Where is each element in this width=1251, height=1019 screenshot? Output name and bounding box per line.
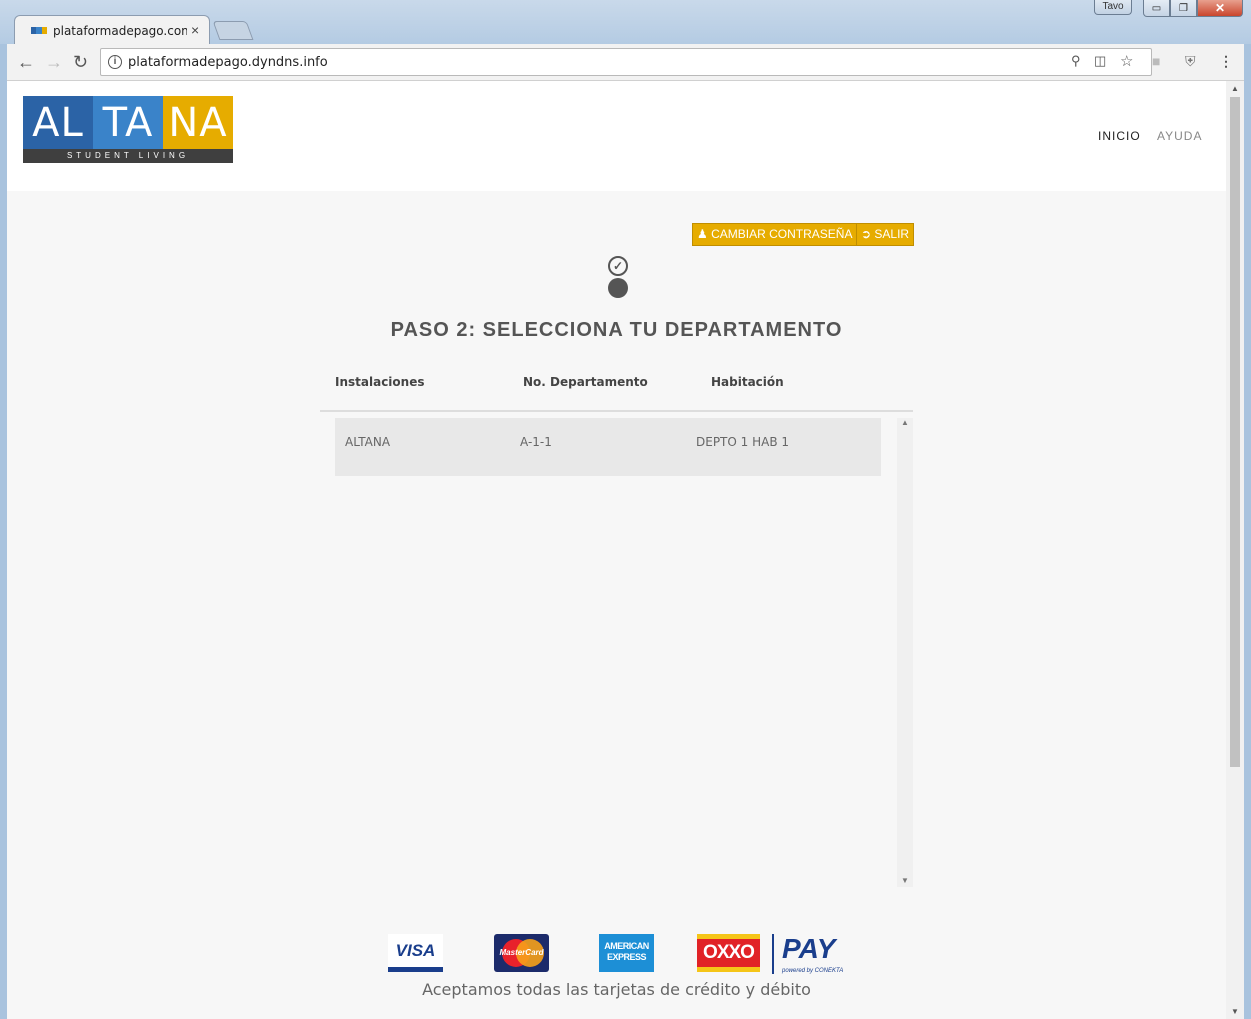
close-window-button[interactable]: ✕ <box>1197 0 1243 17</box>
user-badge[interactable]: Tavo <box>1094 0 1132 15</box>
step-2-indicator <box>608 278 628 298</box>
scroll-down-icon[interactable]: ▼ <box>1231 1007 1239 1016</box>
altana-logo[interactable]: AL TA NA STUDENT LIVING <box>23 96 233 163</box>
logo-divider <box>772 934 774 974</box>
column-header-departamento: No. Departamento <box>523 375 648 389</box>
page-viewport: AL TA NA STUDENT LIVING INICIO AYUDA ♟ C… <box>7 81 1244 1019</box>
change-password-button[interactable]: ♟ CAMBIAR CONTRASEÑA <box>692 223 858 246</box>
browser-tab[interactable]: plataformadepago.com.mx × <box>14 15 210 45</box>
url-text[interactable]: plataformadepago.dyndns.info <box>128 55 328 70</box>
logout-button[interactable]: ➲ SALIR <box>856 223 915 246</box>
scroll-up-icon[interactable]: ▲ <box>901 418 909 427</box>
new-tab-button[interactable] <box>212 21 254 40</box>
pdf-icon[interactable]: ■ <box>1152 53 1160 69</box>
mastercard-label: MasterCard <box>499 948 544 957</box>
info-icon[interactable]: i <box>108 55 122 69</box>
reload-icon[interactable]: ↻ <box>73 52 88 72</box>
cell-departamento: A-1-1 <box>520 435 552 449</box>
favicon-icon <box>31 27 47 34</box>
amex-logo: AMERICAN EXPRESS <box>599 934 654 972</box>
star-icon[interactable]: ☆ <box>1120 52 1133 70</box>
window-titlebar: Tavo ▭ ❐ ✕ plataformadepago.com.mx × <box>0 0 1251 45</box>
tab-close-icon[interactable]: × <box>191 22 199 38</box>
minimize-button[interactable]: ▭ <box>1143 0 1170 17</box>
logo-segment: AL <box>23 96 93 149</box>
logo-segment: TA <box>93 96 163 149</box>
browser-toolbar: ← → ↻ i plataformadepago.dyndns.info ⚲ ◫… <box>7 44 1244 81</box>
logo-segment: NA <box>163 96 233 149</box>
mastercard-logo: MasterCard <box>494 934 549 972</box>
window-controls: ▭ ❐ ✕ <box>1143 0 1243 17</box>
scroll-down-icon[interactable]: ▼ <box>901 876 909 885</box>
forward-icon[interactable]: → <box>45 52 63 72</box>
change-password-label: CAMBIAR CONTRASEÑA <box>711 227 853 241</box>
step-1-check-icon: ✓ <box>608 256 628 276</box>
page-title: PASO 2: SELECCIONA TU DEPARTAMENTO <box>390 319 843 341</box>
powered-by-text: powered by CONEKTA <box>782 968 844 974</box>
payment-caption: Aceptamos todas las tarjetas de crédito … <box>422 980 811 999</box>
site-header: AL TA NA STUDENT LIVING INICIO AYUDA <box>7 81 1226 191</box>
nav-item-ayuda[interactable]: AYUDA <box>1157 129 1202 143</box>
column-header-instalaciones: Instalaciones <box>335 375 425 389</box>
logout-label: SALIR <box>874 227 910 241</box>
table-scrollbar[interactable]: ▲ ▼ <box>897 418 913 887</box>
department-table: ALTANA A-1-1 DEPTO 1 HAB 1 ▲ ▼ <box>320 414 913 887</box>
shield-icon[interactable]: ⛨ <box>1185 53 1196 70</box>
logo-tagline: STUDENT LIVING <box>23 149 233 163</box>
logout-icon: ➲ <box>861 227 872 241</box>
oxxo-logo: OXXO <box>697 934 760 972</box>
address-bar[interactable]: i plataformadepago.dyndns.info ⚲ ◫ ☆ <box>100 48 1152 76</box>
page-scrollbar[interactable]: ▲ ▼ <box>1226 81 1244 1019</box>
cell-habitacion: DEPTO 1 HAB 1 <box>696 435 790 449</box>
cell-instalaciones: ALTANA <box>345 435 391 449</box>
table-divider <box>320 410 913 412</box>
user-icon: ♟ <box>697 227 708 241</box>
scroll-thumb[interactable] <box>1230 97 1240 767</box>
back-icon[interactable]: ← <box>17 52 35 72</box>
table-row[interactable]: ALTANA A-1-1 DEPTO 1 HAB 1 <box>335 418 881 476</box>
column-header-habitacion: Habitación <box>711 375 784 389</box>
menu-icon[interactable]: ⋮ <box>1219 53 1233 70</box>
tab-title: plataformadepago.com.mx <box>53 24 187 38</box>
nav-item-inicio[interactable]: INICIO <box>1098 129 1141 143</box>
restore-button[interactable]: ❐ <box>1170 0 1197 17</box>
key-icon[interactable]: ⚲ <box>1071 53 1081 69</box>
translate-icon[interactable]: ◫ <box>1094 53 1106 69</box>
visa-logo: VISA <box>388 934 443 972</box>
scroll-up-icon[interactable]: ▲ <box>1231 84 1239 93</box>
